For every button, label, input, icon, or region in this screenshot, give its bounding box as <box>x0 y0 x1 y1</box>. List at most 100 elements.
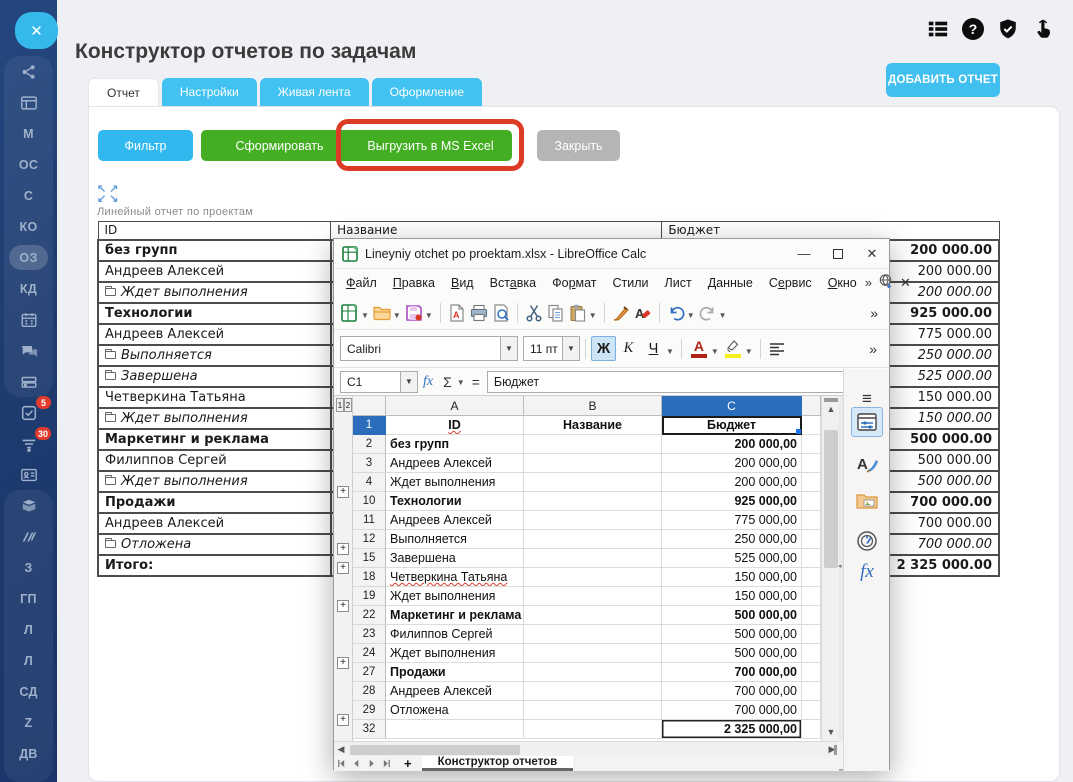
paste-dropdown[interactable]: ▼ <box>589 311 597 320</box>
cell-C1[interactable]: Бюджет <box>662 416 802 435</box>
scroll-down-button[interactable]: ▼ <box>822 725 840 739</box>
cell-C23[interactable]: 500 000,00 <box>662 625 802 644</box>
underline-dropdown[interactable]: ▼ <box>666 347 674 356</box>
cell-B19[interactable] <box>524 587 662 606</box>
row-header-1[interactable]: 1 <box>353 416 386 435</box>
sidebar-item-sd[interactable]: СД <box>0 676 57 707</box>
cell-A22[interactable]: Маркетинг и реклама <box>386 606 524 625</box>
row-header-29[interactable]: 29 <box>353 701 386 720</box>
cell-C27[interactable]: 700 000,00 <box>662 663 802 682</box>
clear-formatting-icon[interactable]: A <box>632 302 654 324</box>
outline-level-2[interactable]: 2 <box>344 398 352 412</box>
minimize-button[interactable]: — <box>787 240 821 268</box>
sum-dropdown[interactable]: ▼ <box>457 378 465 387</box>
cell-B22[interactable] <box>524 606 662 625</box>
open-dropdown[interactable]: ▼ <box>393 311 401 320</box>
menu-overflow[interactable]: » <box>865 275 872 290</box>
app-menu-icon[interactable] <box>926 17 950 41</box>
tab-Оформление[interactable]: Оформление <box>372 78 482 106</box>
align-left-icon[interactable] <box>766 338 788 360</box>
cell-B18[interactable] <box>524 568 662 587</box>
cell-A18[interactable]: Четверкина Татьяна <box>386 568 524 587</box>
row-header-15[interactable]: 15 <box>353 549 386 568</box>
outline-level-1[interactable]: 1 <box>336 398 344 412</box>
cell-C19[interactable]: 150 000,00 <box>662 587 802 606</box>
row-header-2[interactable]: 2 <box>353 435 386 454</box>
help-icon[interactable]: ? <box>961 17 985 41</box>
print-preview-icon[interactable] <box>490 302 512 324</box>
sidebar-item-tasks[interactable]: 5 <box>0 397 57 428</box>
new-spreadsheet-dropdown[interactable]: ▼ <box>361 311 369 320</box>
sidebar-item-oz[interactable]: ОЗ <box>0 242 57 273</box>
outline-expand-row-22[interactable]: + <box>337 600 349 612</box>
bold-button[interactable]: Ж <box>591 336 616 361</box>
styles-icon[interactable]: A <box>851 449 883 479</box>
cell-C24[interactable]: 500 000,00 <box>662 644 802 663</box>
cell-B10[interactable] <box>524 492 662 511</box>
sidebar-item-m[interactable]: М <box>0 118 57 149</box>
cell-A12[interactable]: Выполняется <box>386 530 524 549</box>
font-color-button[interactable]: A <box>687 336 711 361</box>
document-close-icon[interactable]: ✕ <box>900 275 911 291</box>
cell-A23[interactable]: Филиппов Сергей <box>386 625 524 644</box>
font-size-combo[interactable]: 11 пт▼ <box>523 336 580 361</box>
cell-C11[interactable]: 775 000,00 <box>662 511 802 530</box>
sidebar-item-gp[interactable]: ГП <box>0 583 57 614</box>
save-icon[interactable] <box>403 302 425 324</box>
sidebar-item-dv[interactable]: ДВ <box>0 738 57 769</box>
sidebar-item-ko[interactable]: КО <box>0 211 57 242</box>
outline-expand-row-18[interactable]: + <box>337 562 349 574</box>
cell-C22[interactable]: 500 000,00 <box>662 606 802 625</box>
tab-Живая лента[interactable]: Живая лента <box>260 78 369 106</box>
sidebar-item-s[interactable]: С <box>0 180 57 211</box>
sidebar-item-calendar[interactable] <box>0 304 57 335</box>
action-button-3[interactable]: Выгрузить в MS Excel <box>349 130 512 161</box>
row-header-3[interactable]: 3 <box>353 454 386 473</box>
outline-expand-row-15[interactable]: + <box>337 543 349 555</box>
export-pdf-icon[interactable]: A <box>446 302 468 324</box>
horizontal-scrollbar[interactable]: ◀ ▶ <box>334 741 839 756</box>
sidebar-item-box[interactable] <box>0 490 57 521</box>
cell-C10[interactable]: 925 000,00 <box>662 492 802 511</box>
sidebar-item-l2[interactable]: Л <box>0 645 57 676</box>
formula-input[interactable]: Бюджет <box>487 371 857 393</box>
paste-icon[interactable] <box>567 302 589 324</box>
menu-Файл[interactable]: Файл <box>338 276 385 290</box>
font-color-dropdown[interactable]: ▼ <box>711 347 719 356</box>
cell-A11[interactable]: Андреев Алексей <box>386 511 524 530</box>
scroll-left-button[interactable]: ◀ <box>334 744 348 755</box>
cell-B28[interactable] <box>524 682 662 701</box>
redo-icon[interactable] <box>697 302 719 324</box>
row-header-27[interactable]: 27 <box>353 663 386 682</box>
print-icon[interactable] <box>468 302 490 324</box>
navigator-icon[interactable] <box>851 526 883 556</box>
scroll-up-button[interactable]: ▲ <box>822 402 840 416</box>
sum-icon[interactable]: Σ <box>438 374 457 390</box>
row-header-22[interactable]: 22 <box>353 606 386 625</box>
sidebar-item-l1[interactable]: Л <box>0 614 57 645</box>
sidebar-item-os[interactable]: ОС <box>0 149 57 180</box>
outline-expand-row-32[interactable]: + <box>337 714 349 726</box>
action-button-1[interactable]: Фильтр <box>98 130 193 161</box>
sidebar-item-z1[interactable]: З <box>0 552 57 583</box>
formula-icon[interactable]: = <box>467 374 485 390</box>
name-box-dropdown[interactable]: ▼ <box>400 372 417 392</box>
cell-C29[interactable]: 700 000,00 <box>662 701 802 720</box>
row-header-19[interactable]: 19 <box>353 587 386 606</box>
row-header-18[interactable]: 18 <box>353 568 386 587</box>
add-sheet-button[interactable]: + <box>394 756 422 771</box>
sidebar-item-share[interactable] <box>0 56 57 87</box>
cell-B29[interactable] <box>524 701 662 720</box>
cell-C32[interactable]: 2 325 000,00 <box>662 720 802 739</box>
functions-icon[interactable]: fx <box>851 557 883 587</box>
highlight-color-button[interactable] <box>721 336 745 361</box>
cell-B4[interactable] <box>524 473 662 492</box>
menu-Правка[interactable]: Правка <box>385 276 443 290</box>
add-report-button[interactable]: ДОБАВИТЬ ОТЧЕТ <box>886 63 1000 97</box>
toolbar-more[interactable]: » <box>870 305 884 321</box>
menu-Вставка[interactable]: Вставка <box>482 276 544 290</box>
cell-A3[interactable]: Андреев Алексей <box>386 454 524 473</box>
grid-corner[interactable] <box>353 396 386 416</box>
next-sheet-button[interactable] <box>364 757 379 771</box>
undo-dropdown[interactable]: ▼ <box>687 311 695 320</box>
